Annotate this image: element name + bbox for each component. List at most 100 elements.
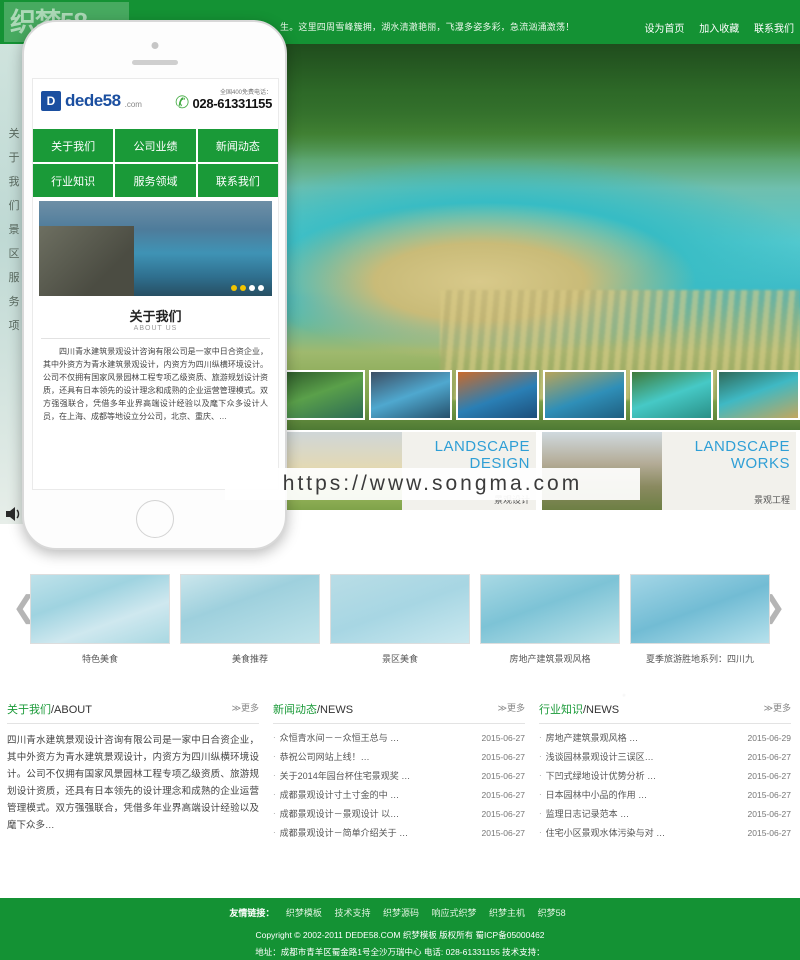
news-title[interactable]: 成都景观设计－简单介绍关于 …	[280, 826, 482, 839]
list-item[interactable]: · 日本园林中小品的作用 … 2015-06-27	[539, 785, 791, 804]
friend-link-4[interactable]: 响应式织梦	[432, 908, 477, 918]
gallery-item[interactable]: 特色美食	[30, 574, 170, 665]
speaker-icon[interactable]	[4, 505, 24, 523]
gallery-item[interactable]: 夏季旅游胜地系列：四川九	[630, 574, 770, 665]
gallery-item[interactable]: 房地产建筑景观风格	[480, 574, 620, 665]
mobile-about-title-en: ABOUT US	[133, 325, 178, 332]
mobile-nav-industry[interactable]: 行业知识	[33, 164, 114, 197]
mobile-logo-suffix: .com	[124, 100, 142, 109]
friend-link-5[interactable]: 织梦主机	[489, 908, 525, 918]
gallery-image[interactable]	[330, 574, 470, 644]
industry-title[interactable]: 日本园林中小品的作用 …	[546, 788, 748, 801]
hero-thumb-4[interactable]	[543, 370, 626, 420]
list-item[interactable]: · 恭祝公司网站上线！… 2015-06-27	[273, 747, 525, 766]
phone-icon: ✆	[175, 93, 190, 112]
gallery-image[interactable]	[480, 574, 620, 644]
mobile-banner-dots[interactable]	[231, 285, 264, 291]
list-item[interactable]: · 成都景观设计－景观设计 以… 2015-06-27	[273, 804, 525, 823]
panel-industry-more-link[interactable]: ≫更多	[764, 701, 791, 714]
list-item[interactable]: · 成都景观设计－简单介绍关于 … 2015-06-27	[273, 823, 525, 842]
panel-about-more-link[interactable]: ≫更多	[232, 701, 259, 714]
news-date: 2015-06-27	[481, 808, 525, 819]
banner-dot-4[interactable]	[258, 285, 264, 291]
industry-title[interactable]: 下凹式绿地设计优势分析 …	[546, 769, 748, 782]
panel-news-title: 新闻动态/NEWS	[273, 704, 354, 716]
gallery-image[interactable]	[630, 574, 770, 644]
gallery-item[interactable]: 美食推荐	[180, 574, 320, 665]
news-title[interactable]: 关于2014年园台杯住宅景观奖 …	[280, 769, 482, 782]
left-vertical-label: 关于我们景区服务项	[8, 128, 20, 332]
banner-dot-3[interactable]	[249, 285, 255, 291]
footer-copyright: Copyright © 2002-2011 DEDE58.COM 织梦模板 版权…	[255, 930, 545, 940]
gallery-image[interactable]	[180, 574, 320, 644]
add-favorite-link[interactable]: 加入收藏	[699, 24, 739, 35]
news-title[interactable]: 恭祝公司网站上线！…	[280, 750, 482, 763]
mobile-nav-achievements[interactable]: 公司业绩	[115, 129, 196, 162]
friend-link-2[interactable]: 技术支持	[334, 908, 370, 918]
industry-title[interactable]: 住宅小区景观水体污染与对 …	[546, 826, 748, 839]
mobile-banner-slider[interactable]	[39, 201, 272, 296]
hero-thumb-5[interactable]	[630, 370, 713, 420]
watermark-url: https://www.songma.com	[225, 468, 640, 500]
panel-news-more-link[interactable]: ≫更多	[498, 701, 525, 714]
mobile-nav-about[interactable]: 关于我们	[33, 129, 114, 162]
mobile-logo[interactable]: D dede58 .com	[41, 91, 142, 111]
mobile-logo-text: dede58	[65, 91, 121, 110]
friend-link-1[interactable]: 织梦模板	[286, 908, 322, 918]
industry-date: 2015-06-27	[747, 751, 791, 762]
industry-date: 2015-06-27	[747, 808, 791, 819]
list-item[interactable]: · 浅谈园林景观设计三误区… 2015-06-27	[539, 747, 791, 766]
gallery-item[interactable]: 景区美食	[330, 574, 470, 665]
bullet-icon: ·	[273, 790, 276, 799]
mobile-header: D dede58 .com ✆ 全国400免费电话： 028-61331155	[33, 79, 278, 129]
news-title[interactable]: 众恒青水间－－众恒王总与 …	[280, 731, 482, 744]
promo-works-subtitle: 景观工程	[753, 495, 790, 505]
panel-news: 新闻动态/NEWS ≫更多 · 众恒青水间－－众恒王总与 … 2015-06-27 …	[273, 700, 525, 890]
list-item[interactable]: · 下凹式绿地设计优势分析 … 2015-06-27	[539, 766, 791, 785]
mobile-nav-services[interactable]: 服务领域	[115, 164, 196, 197]
banner-dot-1[interactable]	[231, 285, 237, 291]
news-title[interactable]: 成都景观设计寸土寸金的中 …	[280, 788, 482, 801]
hero-thumb-2[interactable]	[369, 370, 452, 420]
list-item[interactable]: · 众恒青水间－－众恒王总与 … 2015-06-27	[273, 728, 525, 747]
gallery-image[interactable]	[30, 574, 170, 644]
set-homepage-link[interactable]: 设为首页	[644, 24, 684, 35]
news-list: · 众恒青水间－－众恒王总与 … 2015-06-27 · 恭祝公司网站上线！… 201…	[273, 724, 525, 842]
hero-thumb-1[interactable]	[282, 370, 365, 420]
phone-home-button[interactable]	[135, 500, 174, 538]
friend-link-6[interactable]: 织梦58	[538, 908, 566, 918]
mobile-about-body: 四川青水建筑景观设计咨询有限公司是一家中日合资企业，其中外资方为青水建筑景观设计…	[43, 347, 268, 421]
promo-design-title: LANDSCAPE DESIGN	[434, 438, 530, 472]
bullet-icon: ·	[273, 733, 276, 742]
bullet-icon: ·	[273, 809, 276, 818]
banner-dot-2[interactable]	[240, 285, 246, 291]
hero-thumb-6[interactable]	[717, 370, 800, 420]
news-date: 2015-06-27	[481, 732, 525, 743]
friend-link-3[interactable]: 织梦源码	[383, 908, 419, 918]
list-item[interactable]: · 成都景观设计寸土寸金的中 … 2015-06-27	[273, 785, 525, 804]
panel-about: 关于我们/ABOUT ≫更多 四川青水建筑景观设计咨询有限公司是一家中日合资企业…	[7, 700, 259, 890]
industry-list: · 房地产建筑景观风格 … 2015-06-29 · 浅谈园林景观设计三误区… 2015…	[539, 724, 791, 842]
mobile-nav-news[interactable]: 新闻动态	[197, 129, 278, 162]
industry-title[interactable]: 房地产建筑景观风格 …	[546, 731, 748, 744]
industry-title[interactable]: 浅谈园林景观设计三误区…	[546, 750, 748, 763]
mobile-nav: 关于我们 公司业绩 新闻动态 行业知识 服务领域 联系我们	[33, 129, 278, 197]
bullet-icon: ·	[273, 771, 276, 780]
friend-links-label: 友情链接：	[229, 908, 275, 918]
mobile-nav-contact[interactable]: 联系我们	[197, 164, 278, 197]
hero-thumbnail-carousel[interactable]	[282, 370, 800, 420]
gallery-caption: 景区美食	[381, 654, 418, 664]
list-item[interactable]: · 关于2014年园台杯住宅景观奖 … 2015-06-27	[273, 766, 525, 785]
industry-title[interactable]: 监理日志记录范本 …	[546, 807, 748, 820]
list-item[interactable]: · 住宅小区景观水体污染与对 … 2015-06-27	[539, 823, 791, 842]
gallery-carousel: ❮ ❯ 特色美食 美食推荐 景区美食 房地产建筑景观风格 夏季旅游胜地系列：四川…	[0, 560, 800, 680]
list-item[interactable]: · 房地产建筑景观风格 … 2015-06-29	[539, 728, 791, 747]
industry-date: 2015-06-29	[747, 732, 791, 743]
news-title[interactable]: 成都景观设计－景观设计 以…	[280, 807, 482, 820]
list-item[interactable]: · 监理日志记录范本 … 2015-06-27	[539, 804, 791, 823]
phone-camera-icon	[151, 42, 158, 49]
hero-thumb-3[interactable]	[456, 370, 539, 420]
footer-address: 地址：成都市青羊区蜀金路1号全沙万瑞中心 电话: 028-61331155 技术…	[255, 947, 545, 957]
news-date: 2015-06-27	[481, 827, 525, 838]
contact-us-link[interactable]: 联系我们	[754, 24, 794, 35]
